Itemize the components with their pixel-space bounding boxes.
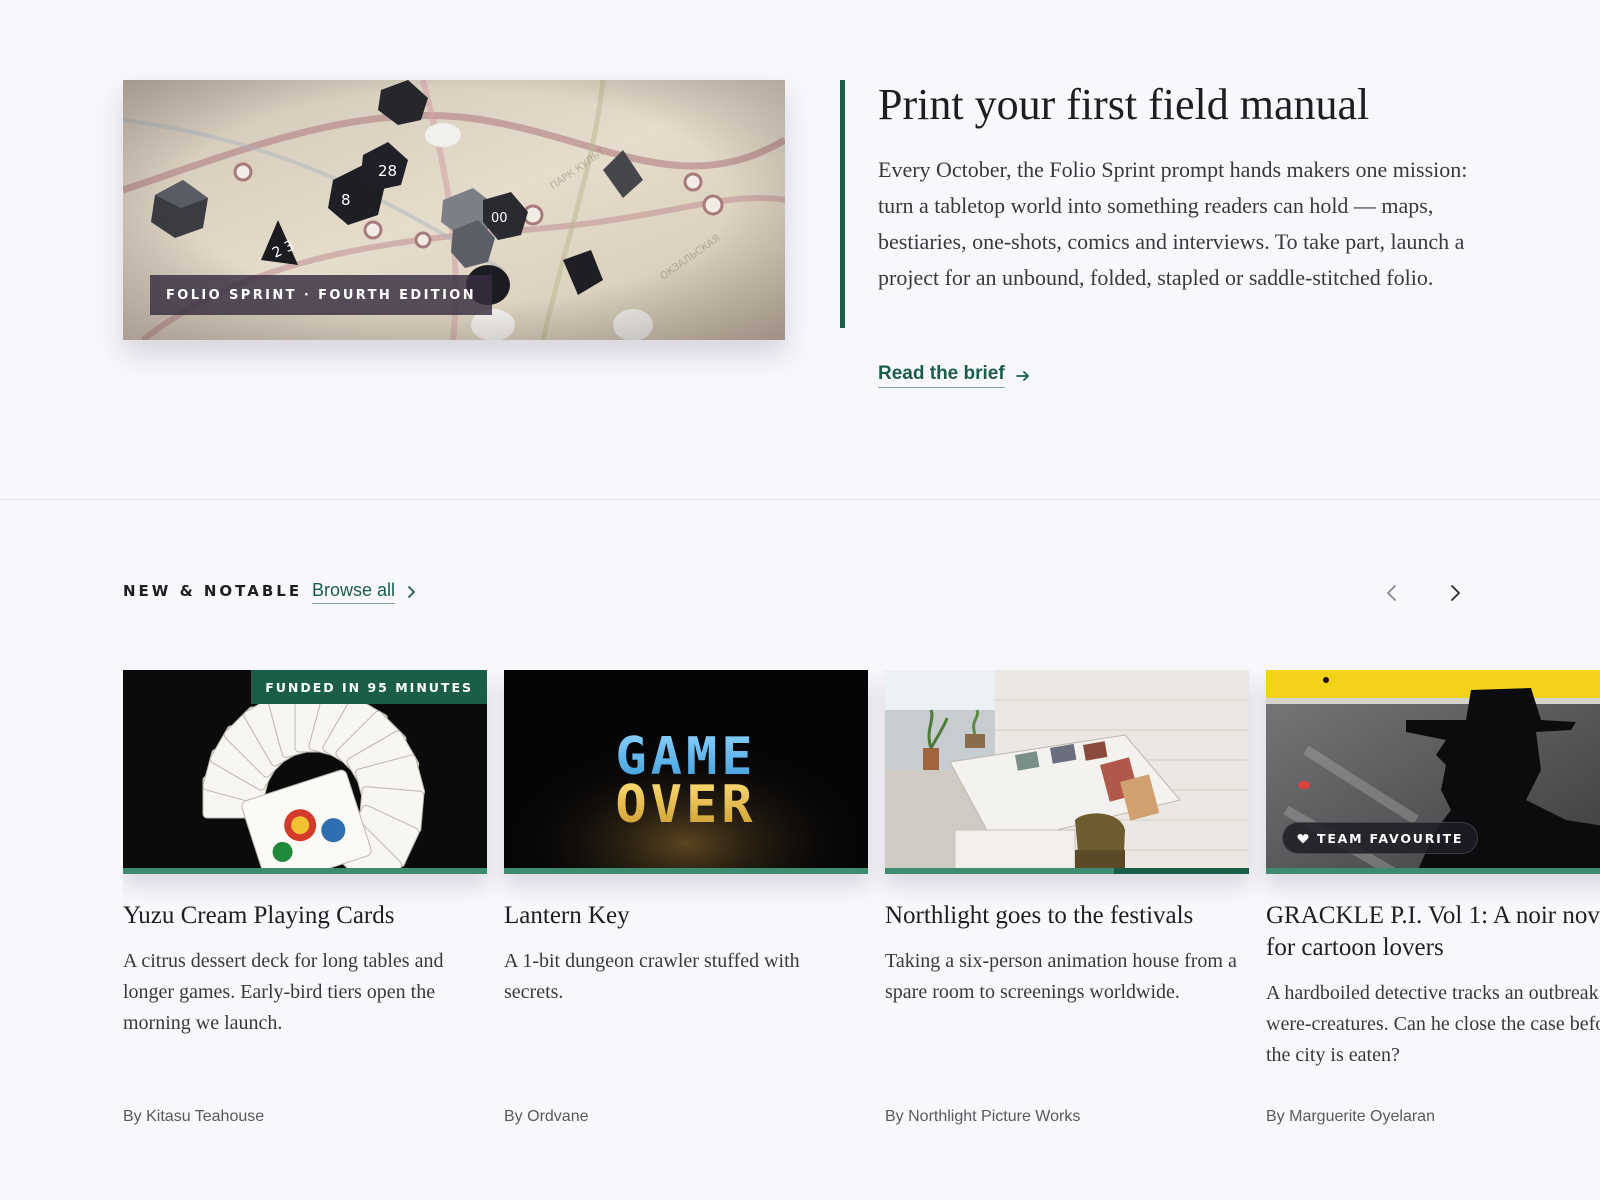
project-description: A hardboiled detective tracks an outbrea… — [1266, 982, 1600, 1066]
project-card-image[interactable]: GAME OVER — [504, 670, 868, 874]
team-favourite-badge: TEAM FAVOURITE — [1282, 822, 1479, 854]
project-byline[interactable]: By Kitasu Teahouse — [123, 1108, 264, 1126]
project-title[interactable]: GRACKLE P.I. Vol 1: A noir novel for car… — [1266, 900, 1600, 964]
browse-all-label: Browse all — [312, 580, 396, 604]
carousel-prev-button[interactable] — [1377, 578, 1407, 608]
funding-progress-fill — [1266, 868, 1600, 874]
funding-progress-bar — [123, 868, 487, 874]
over-text: OVER — [615, 775, 756, 835]
project-card[interactable]: FUNDED IN 95 MINUTES Yuzu Cream Playing … — [123, 670, 487, 1125]
game-over-illustration: GAME OVER — [504, 670, 868, 874]
feature-accent-rule — [840, 80, 845, 328]
funding-progress-fill — [504, 868, 868, 874]
project-byline[interactable]: By Northlight Picture Works — [885, 1108, 1080, 1126]
read-the-brief-link[interactable]: Read the brief — [878, 363, 1031, 388]
project-card[interactable]: GAME OVER Lantern Key A 1-bit dungeon cr… — [504, 670, 868, 1125]
carousel-next-button[interactable] — [1440, 578, 1470, 608]
feature-section: ПАРК КУЛЬТ ОКЗАЛЬСКАЯ 2 3 8 28 — [123, 80, 1483, 410]
page: ПАРК КУЛЬТ ОКЗАЛЬСКАЯ 2 3 8 28 — [0, 0, 1600, 1200]
project-carousel: FUNDED IN 95 MINUTES Yuzu Cream Playing … — [123, 670, 1600, 1200]
feature-body: Every October, the Folio Sprint prompt h… — [878, 157, 1468, 290]
project-card-image[interactable] — [885, 670, 1249, 874]
arrow-right-icon — [1015, 370, 1029, 381]
funding-progress-fill — [885, 868, 1115, 874]
chevron-right-icon — [1451, 585, 1460, 601]
heart-icon — [1297, 833, 1309, 843]
chevron-left-icon — [1387, 585, 1396, 601]
feature-title: Print your first field manual — [878, 80, 1370, 129]
project-byline[interactable]: By Marguerite Oyelaran — [1266, 1108, 1435, 1126]
funding-progress-bar — [885, 868, 1249, 874]
read-the-brief-label: Read the brief — [878, 363, 1005, 388]
project-card[interactable]: TEAM FAVOURITE GRACKLE P.I. Vol 1: A noi… — [1266, 670, 1600, 1125]
funding-progress-fill — [123, 868, 487, 874]
team-favourite-label: TEAM FAVOURITE — [1317, 830, 1464, 846]
project-title[interactable]: Yuzu Cream Playing Cards — [123, 900, 503, 932]
chevron-right-icon — [408, 586, 415, 598]
funding-progress-bar — [1266, 868, 1600, 874]
studio-desk-illustration — [885, 670, 1249, 874]
project-title[interactable]: Lantern Key — [504, 900, 884, 932]
new-notable-heading: NEW & NOTABLE — [123, 582, 303, 600]
project-card-image[interactable]: TEAM FAVOURITE — [1266, 670, 1600, 874]
feature-tag: FOLIO SPRINT · FOURTH EDITION — [150, 275, 493, 315]
project-description: A citrus dessert deck for long tables an… — [123, 950, 444, 1034]
browse-all-link[interactable]: Browse all — [312, 580, 417, 604]
section-divider — [0, 499, 1600, 500]
project-card[interactable]: Northlight goes to the festivals Taking … — [885, 670, 1249, 1125]
project-card-image[interactable]: FUNDED IN 95 MINUTES — [123, 670, 487, 874]
project-byline[interactable]: By Ordvane — [504, 1108, 588, 1126]
feature-image[interactable]: ПАРК КУЛЬТ ОКЗАЛЬСКАЯ 2 3 8 28 — [123, 80, 785, 340]
project-description: Taking a six-person animation house from… — [885, 950, 1237, 1003]
project-title[interactable]: Northlight goes to the festivals — [885, 900, 1265, 932]
funding-progress-bar — [504, 868, 868, 874]
project-description: A 1-bit dungeon crawler stuffed with sec… — [504, 950, 800, 1003]
funded-badge: FUNDED IN 95 MINUTES — [251, 670, 487, 704]
